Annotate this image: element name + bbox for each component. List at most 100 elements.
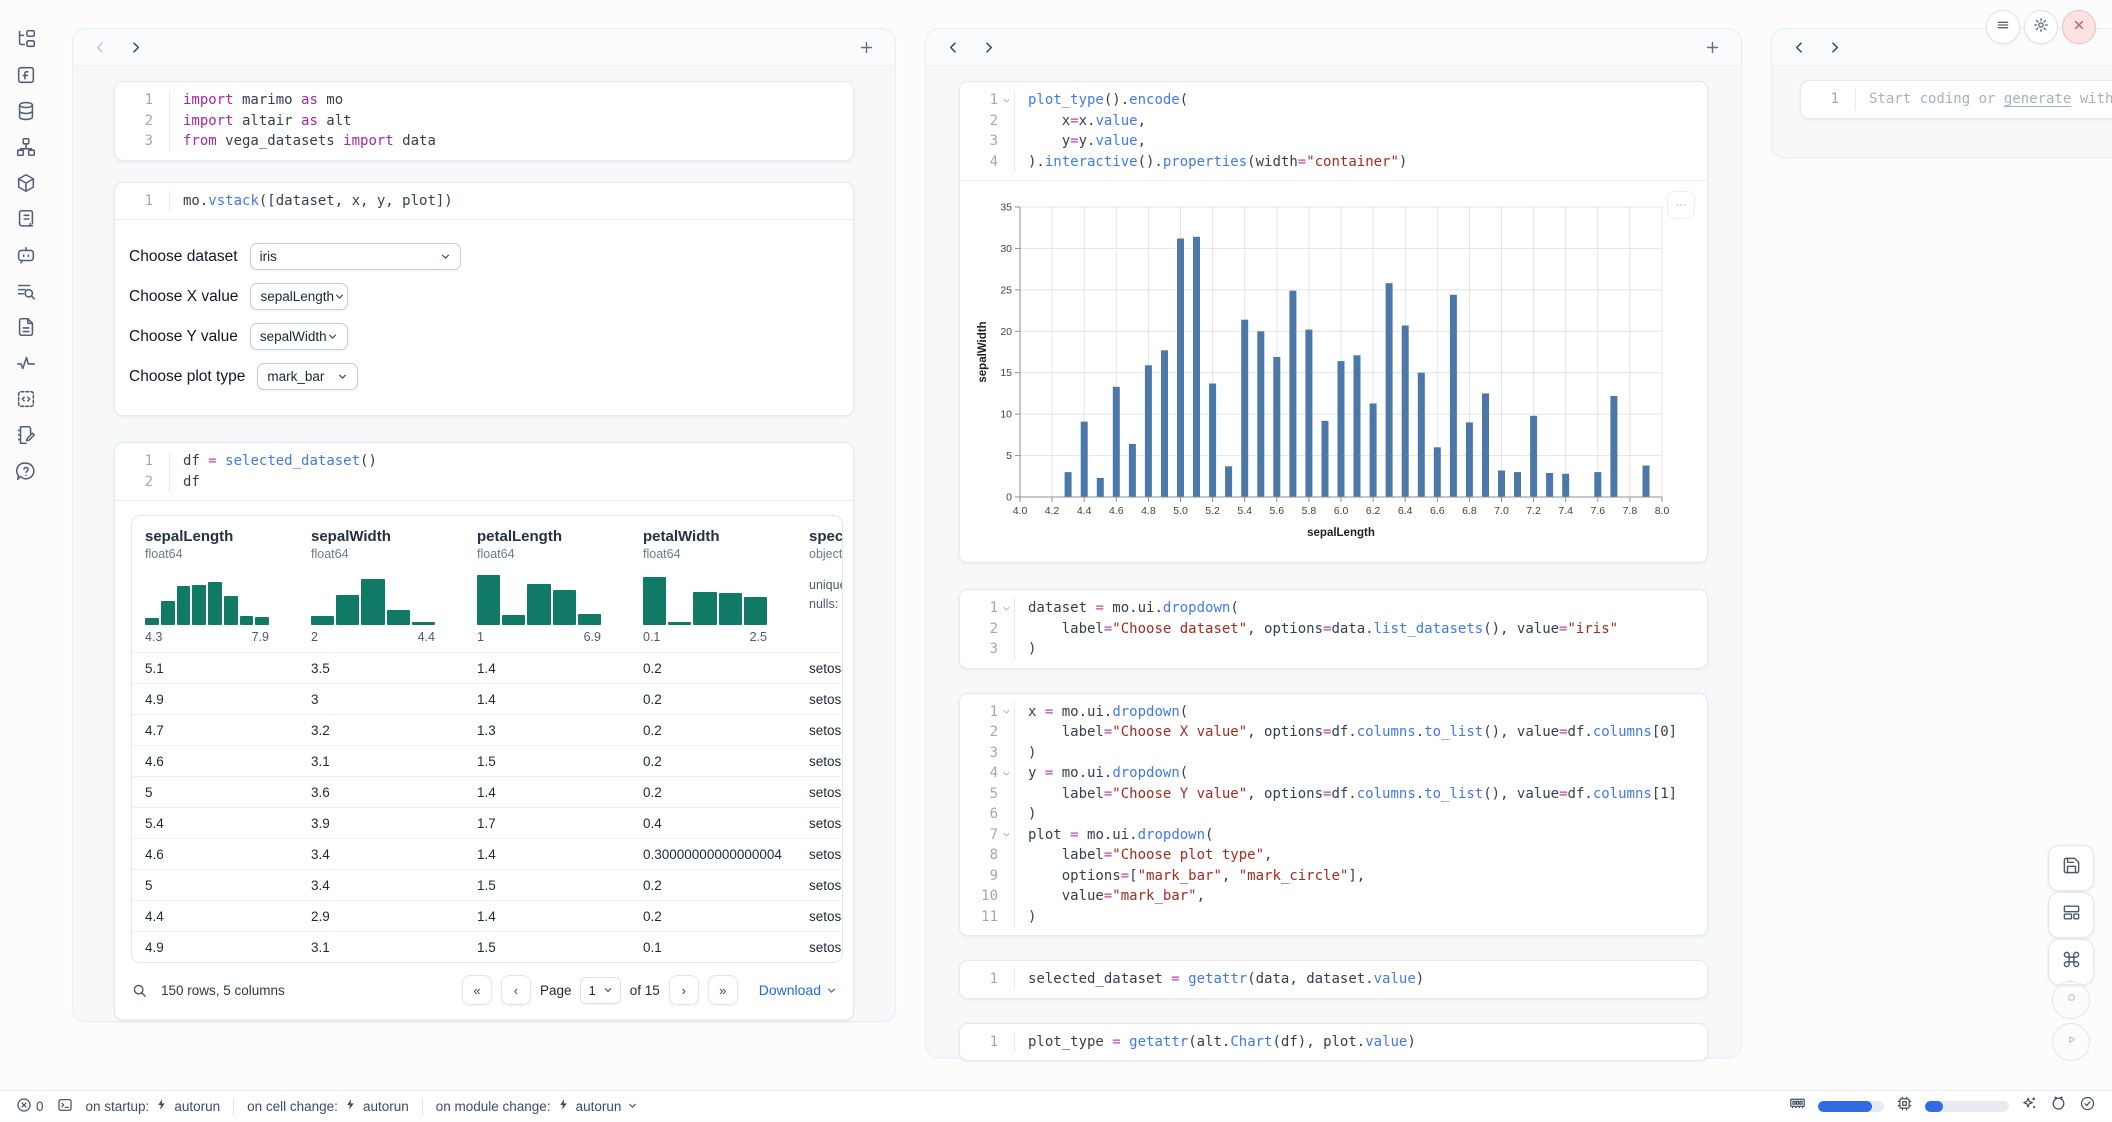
code-line[interactable]: 6 ) <box>960 804 1707 825</box>
code-line[interactable]: 3 y=y.value, <box>960 131 1707 152</box>
notebook-menu-button[interactable] <box>1986 10 2020 44</box>
table-row[interactable]: 5.43.91.70.4setosa <box>132 807 843 838</box>
column-back-icon[interactable] <box>1792 40 1807 55</box>
last-page-button[interactable]: » <box>708 975 738 1005</box>
code-line[interactable]: 1 x = mo.ui.dropdown( <box>960 702 1707 723</box>
documentation-icon[interactable] <box>15 316 37 338</box>
code-editor[interactable]: 1 import marimo as mo 2 import altair as… <box>115 82 853 160</box>
column-back-icon[interactable] <box>946 40 961 55</box>
code-line[interactable]: 2 import altair as alt <box>115 111 853 132</box>
code-line[interactable]: 1 plot_type = getattr(alt.Chart(df), plo… <box>960 1032 1707 1053</box>
search-icon[interactable] <box>131 982 148 999</box>
code-editor[interactable]: 1 mo.vstack([dataset, x, y, plot]) <box>115 183 853 220</box>
selected-dataset-cell[interactable]: 1 selected_dataset = getattr(data, datas… <box>959 960 1708 999</box>
code-input-placeholder[interactable]: Start coding or generate with AI <box>1855 89 2112 110</box>
plot-type-cell[interactable]: 1 plot_type = getattr(alt.Chart(df), plo… <box>959 1023 1708 1062</box>
ai-chat-icon[interactable] <box>15 244 37 266</box>
column-forward-icon[interactable] <box>981 40 996 55</box>
table-row[interactable]: 4.931.40.2setosa <box>132 683 843 714</box>
add-cell-icon[interactable] <box>1704 39 1721 56</box>
help-icon[interactable] <box>15 460 37 482</box>
first-page-button[interactable]: « <box>462 975 492 1005</box>
fold-chevron-icon[interactable] <box>998 702 1014 723</box>
table-row[interactable]: 53.41.50.2setosa <box>132 869 843 900</box>
next-page-button[interactable]: › <box>669 975 699 1005</box>
code-line[interactable]: 1 df = selected_dataset() <box>115 451 853 472</box>
column-back-icon[interactable] <box>93 40 108 55</box>
on-cell-change-setting[interactable]: on cell change: autorun <box>247 1098 409 1114</box>
code-line[interactable]: 1 plot_type().encode( <box>960 90 1707 111</box>
code-line[interactable]: 11 ) <box>960 907 1707 928</box>
file-tree-icon[interactable] <box>15 28 37 50</box>
dataset-dropdown-cell[interactable]: 1 dataset = mo.ui.dropdown( 2 label="Cho… <box>959 589 1708 669</box>
github-link[interactable] <box>2050 1095 2067 1117</box>
tracing-icon[interactable] <box>15 352 37 374</box>
column-header-sepalWidth[interactable]: sepalWidth float64 24.4 <box>298 516 464 652</box>
save-button[interactable] <box>2048 845 2094 891</box>
code-line[interactable]: 9 options=["mark_bar", "mark_circle"], <box>960 866 1707 887</box>
code-editor[interactable]: 1 dataset = mo.ui.dropdown( 2 label="Cho… <box>960 590 1707 668</box>
chart-options-button[interactable] <box>1667 191 1695 219</box>
table-row[interactable]: 4.42.91.40.2setosa <box>132 900 843 931</box>
on-startup-setting[interactable]: on startup: autorun <box>86 1098 221 1114</box>
add-cell-icon[interactable] <box>858 39 875 56</box>
code-line[interactable]: 2 label="Choose dataset", options=data.l… <box>960 619 1707 640</box>
vstack-cell[interactable]: 1 mo.vstack([dataset, x, y, plot]) Choos… <box>114 182 854 417</box>
on-module-change-setting[interactable]: on module change: autorun <box>436 1098 639 1114</box>
code-editor[interactable]: 1 x = mo.ui.dropdown( 2 label="Choose X … <box>960 694 1707 936</box>
imports-cell[interactable]: 1 import marimo as mo 2 import altair as… <box>114 81 854 161</box>
code-line[interactable]: 2 x=x.value, <box>960 111 1707 132</box>
download-button[interactable]: Download <box>759 982 837 998</box>
stop-kernel-button[interactable] <box>2052 981 2090 1019</box>
code-line[interactable]: 4 ).interactive().properties(width="cont… <box>960 152 1707 173</box>
code-line[interactable]: 2 label="Choose X value", options=df.col… <box>960 722 1707 743</box>
datasources-icon[interactable] <box>15 100 37 122</box>
logs-icon[interactable] <box>15 208 37 230</box>
code-line[interactable]: 5 label="Choose Y value", options=df.col… <box>960 784 1707 805</box>
errors-indicator[interactable]: 0 <box>16 1097 44 1116</box>
scratchpad-icon[interactable] <box>15 424 37 446</box>
code-line[interactable]: 10 value="mark_bar", <box>960 886 1707 907</box>
fold-chevron-icon[interactable] <box>998 825 1014 846</box>
choose-x-value-select[interactable]: sepalLength <box>250 283 348 310</box>
keyboard-shortcuts-button[interactable] <box>2048 939 2094 985</box>
packages-icon[interactable] <box>15 172 37 194</box>
code-editor[interactable]: 1 df = selected_dataset() 2 df <box>115 443 853 500</box>
choose-y-value-select[interactable]: sepalWidth <box>250 323 348 350</box>
settings-button[interactable] <box>2024 10 2058 44</box>
code-line[interactable]: 4 y = mo.ui.dropdown( <box>960 763 1707 784</box>
code-editor[interactable]: 1 selected_dataset = getattr(data, datas… <box>960 961 1707 998</box>
generate-link[interactable]: generate <box>2004 91 2071 107</box>
table-row[interactable]: 4.63.11.50.2setosa <box>132 745 843 776</box>
connection-status[interactable] <box>2079 1095 2096 1117</box>
layout-toggle-button[interactable] <box>2048 892 2094 938</box>
run-all-button[interactable] <box>2052 1023 2090 1061</box>
code-line[interactable]: 1 dataset = mo.ui.dropdown( <box>960 598 1707 619</box>
code-line[interactable]: 8 label="Choose plot type", <box>960 845 1707 866</box>
column-forward-icon[interactable] <box>128 40 143 55</box>
code-line[interactable]: 2 df <box>115 472 853 493</box>
code-line[interactable]: 3 ) <box>960 743 1707 764</box>
dataframe-cell[interactable]: 1 df = selected_dataset() 2 df sepalLeng… <box>114 442 854 1020</box>
page-select[interactable]: 1 <box>580 977 620 1004</box>
functions-icon[interactable] <box>15 64 37 86</box>
column-header-species[interactable]: species object unique:nulls: <box>796 516 843 652</box>
column-header-petalWidth[interactable]: petalWidth float64 0.12.5 <box>630 516 796 652</box>
code-line[interactable]: 7 plot = mo.ui.dropdown( <box>960 825 1707 846</box>
code-editor[interactable]: 1 plot_type = getattr(alt.Chart(df), plo… <box>960 1024 1707 1061</box>
choose-plot-type-select[interactable]: mark_bar <box>257 363 358 390</box>
code-editor[interactable]: 1 plot_type().encode( 2 x=x.value, 3 y=y… <box>960 82 1707 180</box>
fold-chevron-icon[interactable] <box>998 763 1014 784</box>
xyplot-dropdowns-cell[interactable]: 1 x = mo.ui.dropdown( 2 label="Choose X … <box>959 693 1708 937</box>
table-row[interactable]: 5.13.51.40.2setosa <box>132 652 843 683</box>
dependencies-icon[interactable] <box>15 136 37 158</box>
column-header-petalLength[interactable]: petalLength float64 16.9 <box>464 516 630 652</box>
snippets-icon[interactable] <box>15 388 37 410</box>
code-line[interactable]: 1 import marimo as mo <box>115 90 853 111</box>
fold-chevron-icon[interactable] <box>998 598 1014 619</box>
table-row[interactable]: 53.61.40.2setosa <box>132 776 843 807</box>
column-forward-icon[interactable] <box>1827 40 1842 55</box>
table-row[interactable]: 4.63.41.40.30000000000000004setosa <box>132 838 843 869</box>
shutdown-button[interactable] <box>2062 10 2096 44</box>
column-header-sepalLength[interactable]: sepalLength float64 4.37.9 <box>132 516 298 652</box>
